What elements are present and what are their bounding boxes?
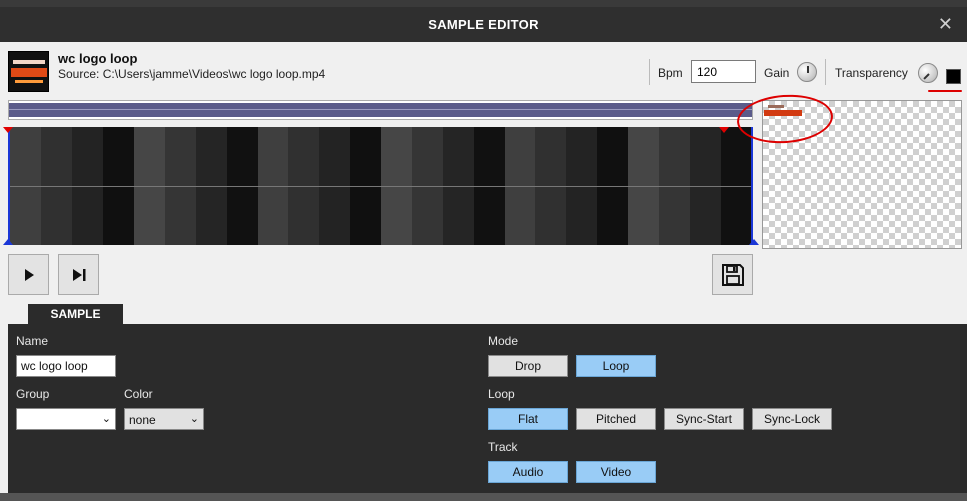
close-icon[interactable]: ✕ — [938, 14, 953, 35]
loop-sync-lock-button[interactable]: Sync-Lock — [752, 408, 832, 430]
overview-range-handle[interactable] — [9, 103, 752, 117]
name-input[interactable]: wc logo loop — [16, 355, 116, 377]
loop-end-marker[interactable] — [719, 127, 729, 133]
floppy-disk-icon — [721, 263, 744, 286]
gain-label: Gain — [764, 66, 790, 80]
chevron-down-icon: ⌄ — [101, 413, 111, 425]
clip-thumbnail — [8, 51, 49, 92]
track-audio-button[interactable]: Audio — [488, 461, 568, 483]
mode-loop-button[interactable]: Loop — [576, 355, 656, 377]
loop-start-marker[interactable] — [3, 127, 13, 133]
clip-name: wc logo loop — [58, 51, 138, 66]
range-start-handle[interactable] — [3, 239, 13, 245]
group-label: Group — [16, 387, 50, 401]
save-button[interactable] — [712, 254, 753, 295]
divider — [825, 59, 826, 85]
loop-label: Loop — [488, 387, 515, 401]
background-app-strip — [0, 493, 967, 501]
color-label: Color — [124, 387, 153, 401]
loop-sync-start-button[interactable]: Sync-Start — [664, 408, 744, 430]
track-video-button[interactable]: Video — [576, 461, 656, 483]
track-label: Track — [488, 440, 518, 454]
title-bar: SAMPLE EDITOR ✕ — [0, 7, 967, 42]
mode-drop-button[interactable]: Drop — [488, 355, 568, 377]
range-end-handle[interactable] — [749, 239, 759, 245]
sample-editor-window: SAMPLE EDITOR ✕ wc logo loop Source: C:\… — [0, 7, 967, 493]
group-select[interactable]: ⌄ — [16, 408, 116, 430]
annotation-underline — [928, 90, 962, 92]
color-select-value: none — [129, 413, 156, 427]
mode-label: Mode — [488, 334, 519, 348]
transparency-knob[interactable] — [918, 63, 938, 83]
transparency-color-swatch[interactable] — [946, 69, 961, 84]
play-icon — [24, 268, 34, 281]
overview-scrollbar[interactable] — [8, 100, 753, 120]
chevron-down-icon: ⌄ — [189, 413, 199, 425]
tab-sample[interactable]: SAMPLE — [28, 304, 123, 324]
window-title: SAMPLE EDITOR — [428, 17, 539, 32]
bpm-input[interactable] — [691, 60, 756, 83]
clip-info-bar: wc logo loop Source: C:\Users\jamme\Vide… — [0, 42, 967, 98]
divider — [649, 59, 650, 85]
skip-to-end-button[interactable] — [58, 254, 99, 295]
gain-knob[interactable] — [797, 62, 817, 82]
loop-pitched-button[interactable]: Pitched — [576, 408, 656, 430]
play-button[interactable] — [8, 254, 49, 295]
sample-settings-panel: Name wc logo loop Group ⌄ Color none ⌄ M… — [8, 324, 967, 493]
color-select[interactable]: none ⌄ — [124, 408, 204, 430]
clip-source-path: Source: C:\Users\jamme\Videos\wc logo lo… — [58, 67, 326, 81]
loop-flat-button[interactable]: Flat — [488, 408, 568, 430]
timeline-center-line — [10, 186, 751, 187]
transparency-label: Transparency — [835, 66, 908, 80]
bpm-label: Bpm — [658, 66, 683, 80]
video-timeline[interactable] — [8, 127, 753, 245]
skip-to-end-icon — [72, 268, 85, 281]
name-label: Name — [16, 334, 49, 348]
